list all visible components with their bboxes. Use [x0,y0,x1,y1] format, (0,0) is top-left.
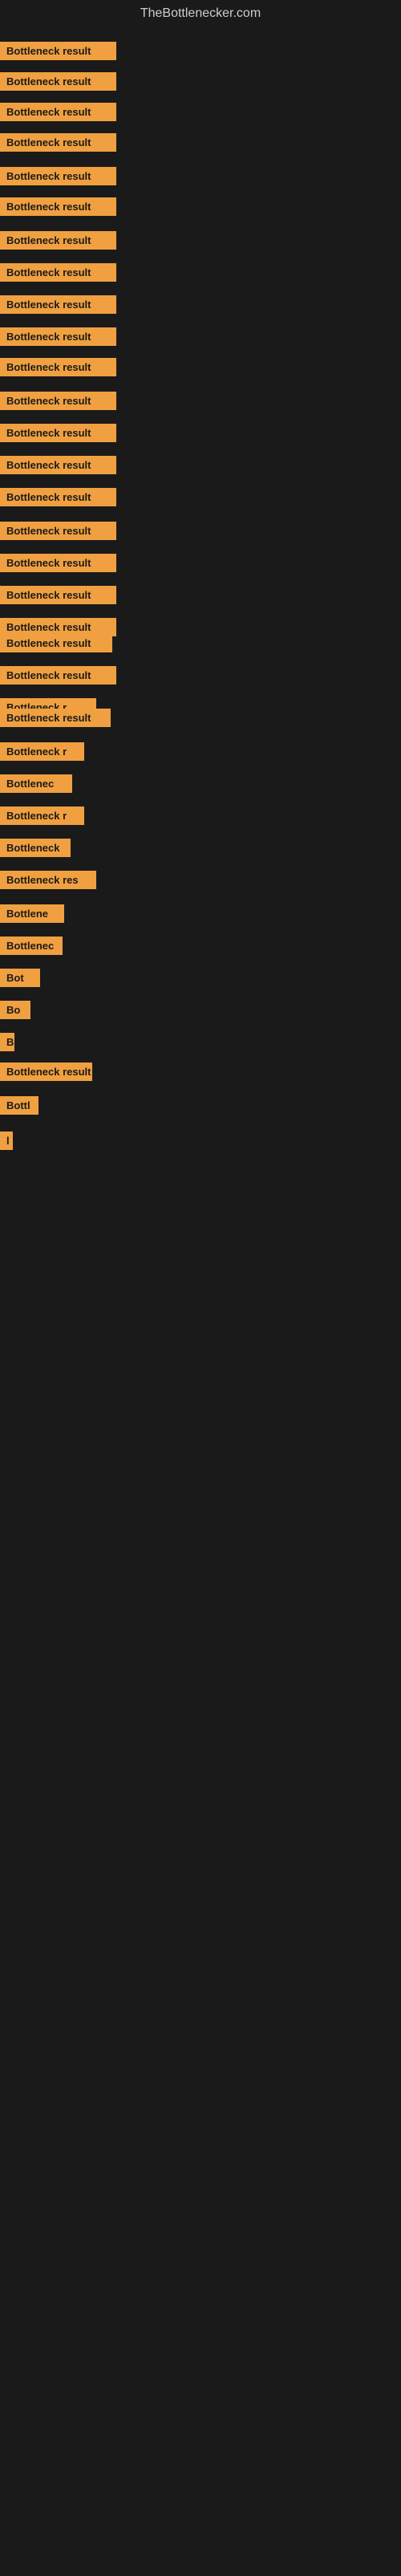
bottleneck-result-label-2: Bottleneck result [0,72,116,91]
bottleneck-result-label-36: l [0,1132,13,1150]
bottleneck-result-label-25: Bottlenec [0,774,72,793]
bottleneck-result-label-14: Bottleneck result [0,456,116,474]
bottleneck-result-item-28: Bottleneck res [0,871,96,893]
bottleneck-result-item-15: Bottleneck result [0,488,116,510]
bottleneck-result-label-10: Bottleneck result [0,327,116,346]
bottleneck-result-item-20: Bottleneck result [0,634,112,656]
bottleneck-result-label-15: Bottleneck result [0,488,116,506]
bottleneck-result-item-2: Bottleneck result [0,72,116,95]
bottleneck-result-label-28: Bottleneck res [0,871,96,889]
bottleneck-result-label-34: B [0,1033,14,1051]
bottleneck-result-item-11: Bottleneck result [0,358,116,380]
bottleneck-result-label-17: Bottleneck result [0,554,116,572]
bottleneck-result-item-10: Bottleneck result [0,327,116,350]
bottleneck-result-item-33: Bottleneck result [0,1062,92,1085]
bottleneck-result-label-31: Bot [0,969,40,987]
bottleneck-result-item-3: Bottleneck result [0,103,116,125]
bottleneck-result-item-4: Bottleneck result [0,133,116,156]
bottleneck-result-item-8: Bottleneck result [0,263,116,286]
bottleneck-result-label-30: Bottlenec [0,937,63,955]
bottleneck-result-item-18: Bottleneck result [0,586,116,608]
bottleneck-result-item-14: Bottleneck result [0,456,116,478]
bottleneck-result-label-21: Bottleneck result [0,666,116,685]
bottleneck-result-label-1: Bottleneck result [0,42,116,60]
bottleneck-result-item-25: Bottlenec [0,774,72,797]
bottleneck-result-item-17: Bottleneck result [0,554,116,576]
bottleneck-result-item-23: Bottleneck result [0,709,111,731]
bottleneck-result-label-3: Bottleneck result [0,103,116,121]
bottleneck-result-item-36: l [0,1132,13,1154]
bottleneck-result-label-8: Bottleneck result [0,263,116,282]
bottleneck-result-label-33: Bottleneck result [0,1062,92,1081]
bottleneck-result-label-20: Bottleneck result [0,634,112,652]
bottleneck-result-label-9: Bottleneck result [0,295,116,314]
bottleneck-result-label-7: Bottleneck result [0,231,116,250]
bottleneck-result-item-27: Bottleneck [0,839,71,861]
bottleneck-result-label-6: Bottleneck result [0,197,116,216]
bottleneck-result-item-21: Bottleneck result [0,666,116,689]
bottleneck-result-item-32: Bo [0,1001,30,1023]
bottleneck-result-label-35: Bottl [0,1096,38,1115]
site-title: TheBottlenecker.com [0,0,401,24]
bottleneck-result-item-29: Bottlene [0,904,64,927]
bottleneck-result-item-1: Bottleneck result [0,42,116,64]
bottleneck-result-label-5: Bottleneck result [0,167,116,185]
bottleneck-result-item-30: Bottlenec [0,937,63,959]
bottleneck-result-label-13: Bottleneck result [0,424,116,442]
bottleneck-result-item-34: B [0,1033,14,1055]
bottleneck-result-item-35: Bottl [0,1096,38,1119]
bottleneck-result-item-31: Bot [0,969,40,991]
bottleneck-result-label-12: Bottleneck result [0,392,116,410]
bottleneck-result-item-6: Bottleneck result [0,197,116,220]
bottleneck-result-label-4: Bottleneck result [0,133,116,152]
bottleneck-result-item-13: Bottleneck result [0,424,116,446]
bottleneck-result-item-16: Bottleneck result [0,522,116,544]
bottleneck-result-item-7: Bottleneck result [0,231,116,254]
bottleneck-result-label-11: Bottleneck result [0,358,116,376]
bottleneck-result-label-29: Bottlene [0,904,64,923]
bottleneck-result-item-9: Bottleneck result [0,295,116,318]
bottleneck-result-item-24: Bottleneck r [0,742,84,765]
bottleneck-result-item-26: Bottleneck r [0,807,84,829]
bottleneck-result-item-5: Bottleneck result [0,167,116,189]
bottleneck-result-label-24: Bottleneck r [0,742,84,761]
bottleneck-result-label-16: Bottleneck result [0,522,116,540]
bottleneck-result-item-12: Bottleneck result [0,392,116,414]
bottleneck-result-label-27: Bottleneck [0,839,71,857]
bottleneck-result-label-26: Bottleneck r [0,807,84,825]
bottleneck-result-label-32: Bo [0,1001,30,1019]
bottleneck-result-label-23: Bottleneck result [0,709,111,727]
bottleneck-result-label-18: Bottleneck result [0,586,116,604]
